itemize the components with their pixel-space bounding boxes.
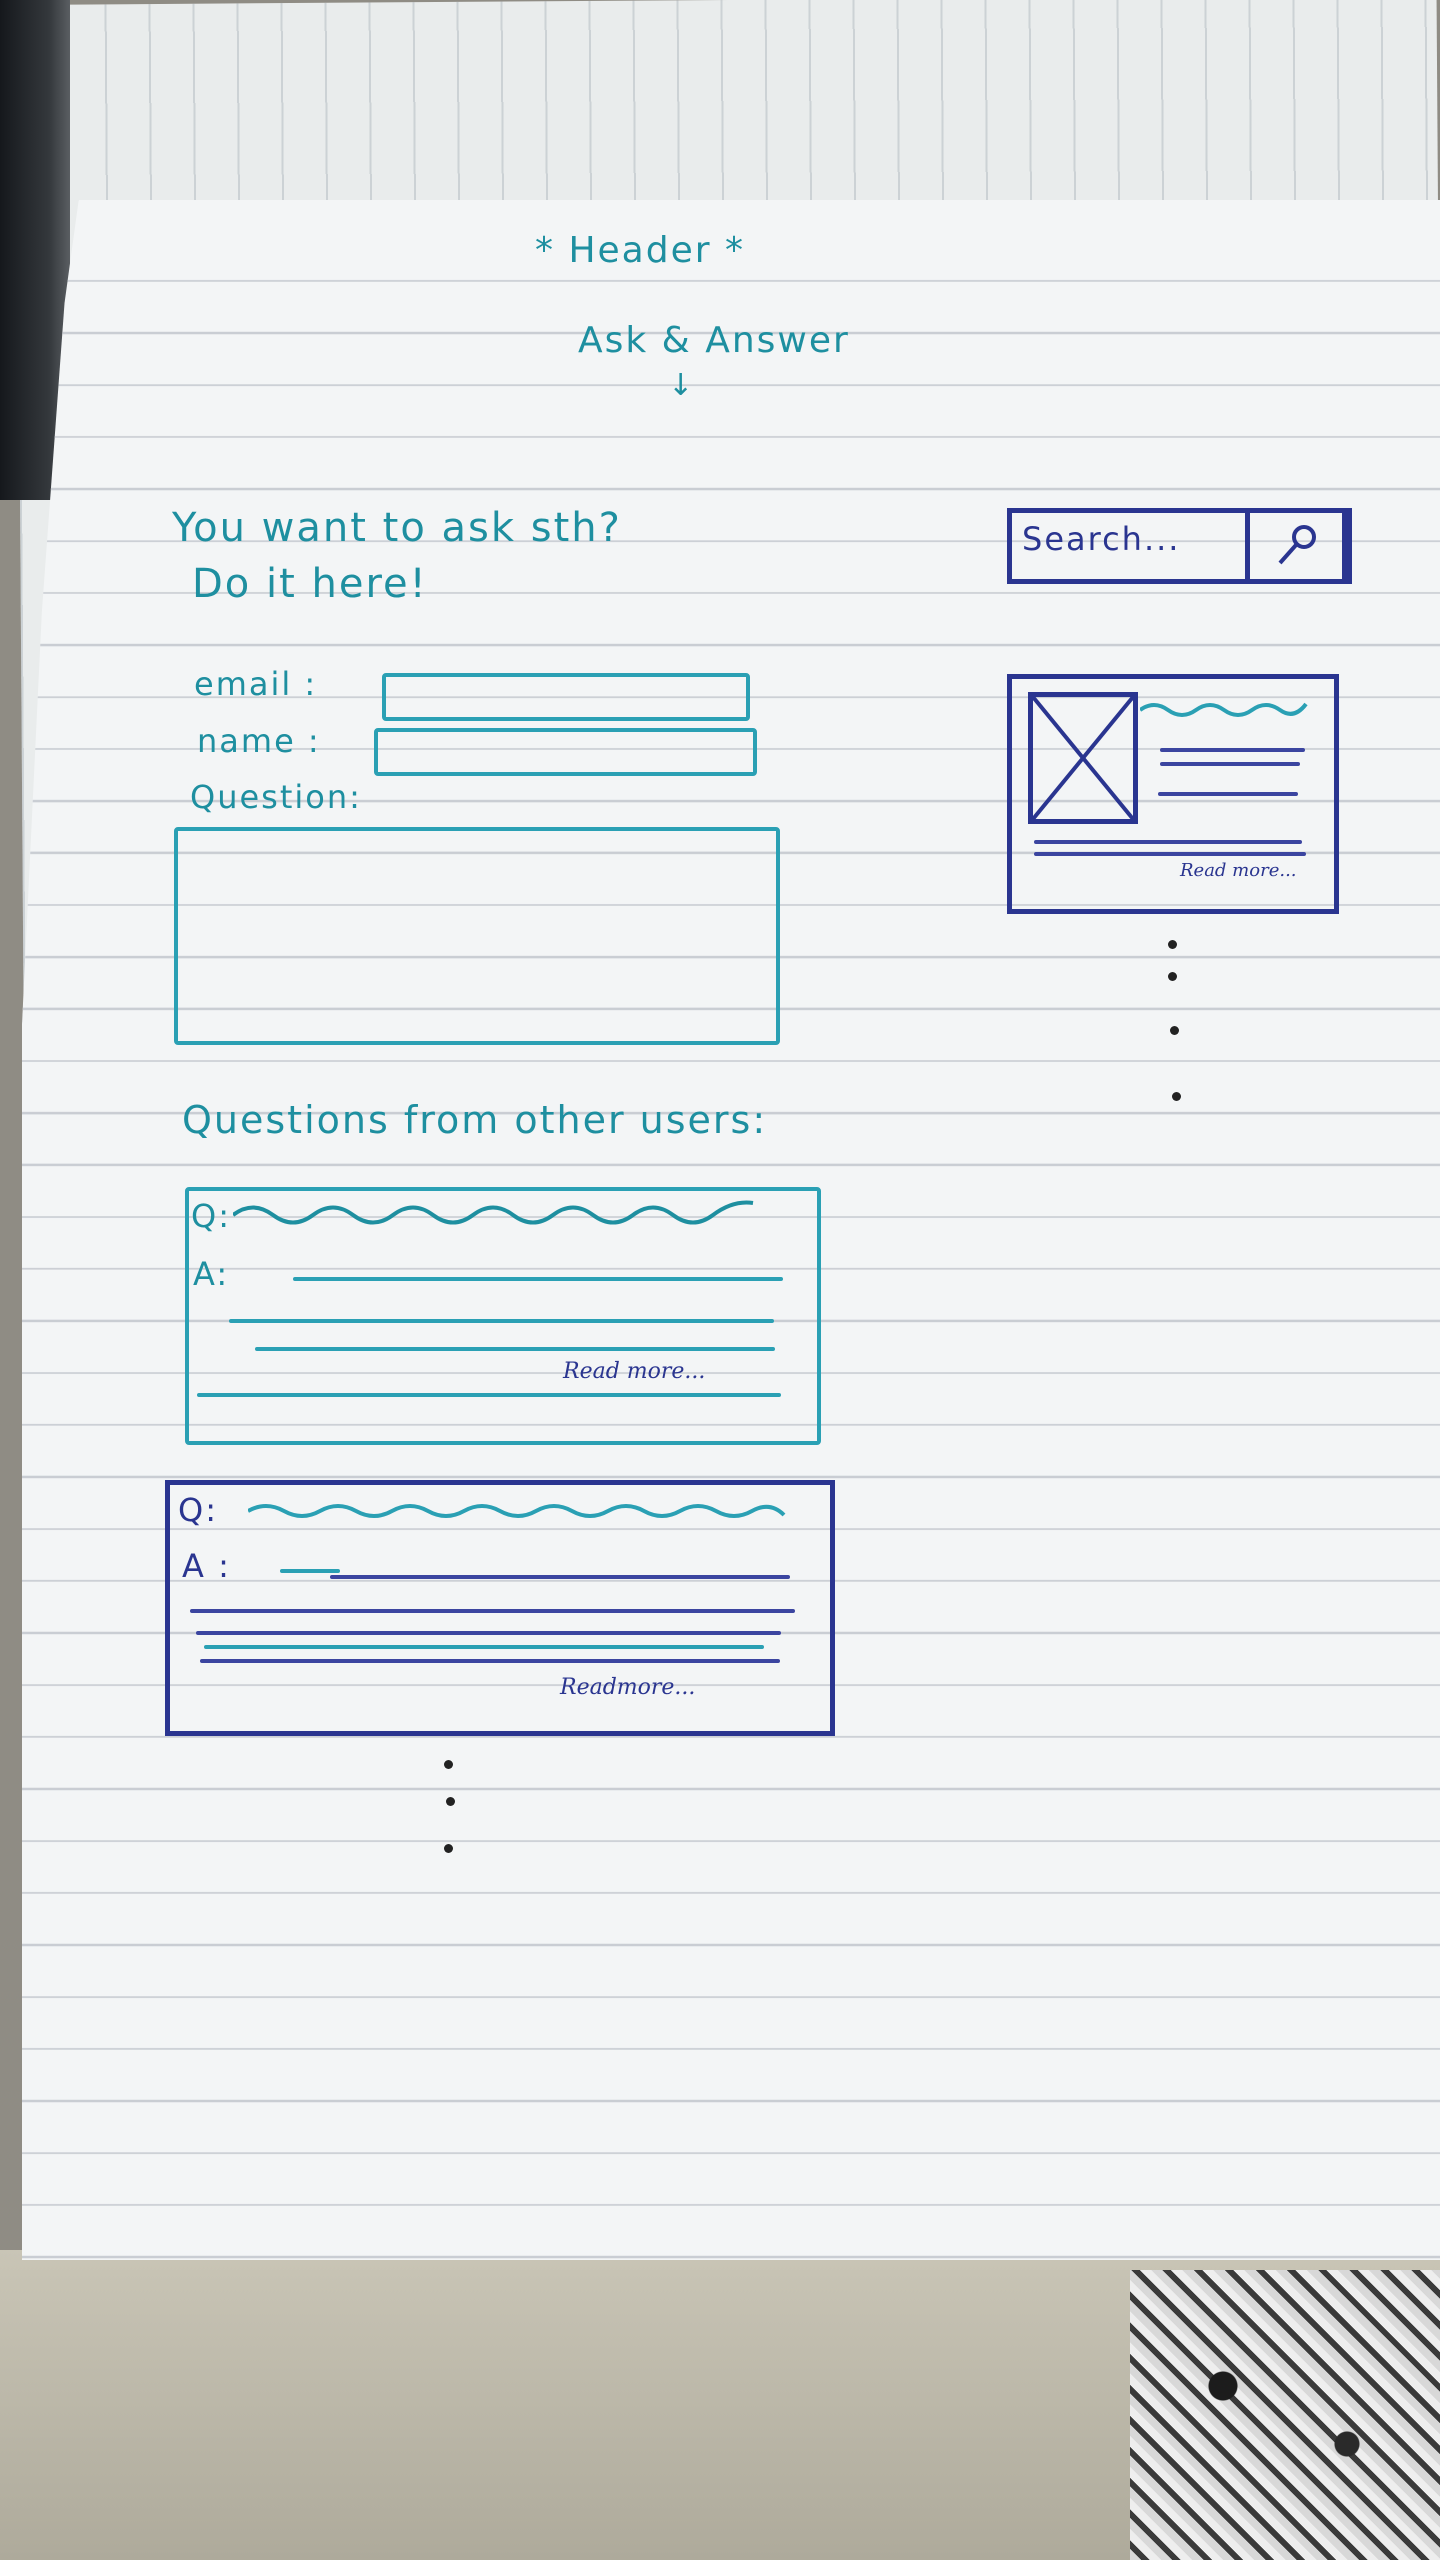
patterned-fabric xyxy=(1130,2270,1440,2560)
header-title: * Header * xyxy=(535,230,745,271)
answer-line xyxy=(204,1645,764,1649)
down-arrow-icon: ↓ xyxy=(668,368,694,403)
card-text-line xyxy=(1160,748,1305,752)
question-label: Q: xyxy=(178,1491,218,1529)
answer-line xyxy=(229,1319,774,1323)
question-label: Q: xyxy=(191,1197,231,1235)
answer-line xyxy=(293,1277,783,1281)
magnifier-icon xyxy=(1278,525,1316,565)
question-scribble xyxy=(248,1504,786,1518)
answer-line xyxy=(330,1575,790,1579)
search-placeholder: Search... xyxy=(1022,520,1181,558)
answer-line xyxy=(255,1347,775,1351)
more-indicator-dot xyxy=(446,1797,455,1806)
more-indicator-dot xyxy=(1172,1092,1181,1101)
question-scribble xyxy=(233,1200,754,1225)
card-text-line xyxy=(1034,840,1302,844)
question-card[interactable]: Q: A: Read more... xyxy=(185,1187,821,1445)
questions-section-title: Questions from other users: xyxy=(182,1098,768,1142)
card-text-line xyxy=(1158,792,1298,796)
question-textarea[interactable] xyxy=(174,827,780,1045)
answer-line xyxy=(190,1609,795,1613)
email-field[interactable] xyxy=(382,673,750,721)
answer-label: A : xyxy=(182,1547,231,1585)
name-label: name : xyxy=(197,722,321,760)
read-more-link[interactable]: Read more... xyxy=(1180,860,1297,881)
answer-label: A: xyxy=(193,1255,230,1293)
read-more-link[interactable]: Readmore... xyxy=(560,1675,695,1700)
email-label: email : xyxy=(194,665,318,703)
header-subtitle: Ask & Answer xyxy=(578,320,850,361)
more-indicator-dot xyxy=(1168,940,1177,949)
answer-line xyxy=(196,1631,781,1635)
question-label: Question: xyxy=(190,778,362,816)
more-indicator-dot xyxy=(444,1844,453,1853)
image-cross xyxy=(1033,697,1133,819)
ask-title-line2: Do it here! xyxy=(192,561,428,607)
card-text-line xyxy=(1034,852,1306,856)
question-card[interactable]: Q: A : Readmore... xyxy=(165,1480,835,1736)
name-field[interactable] xyxy=(374,728,757,776)
answer-line xyxy=(197,1393,781,1397)
image-placeholder-icon xyxy=(1028,692,1138,824)
more-indicator-dot xyxy=(1168,972,1177,981)
answer-line xyxy=(280,1569,340,1573)
more-indicator-dot xyxy=(1170,1026,1179,1035)
ask-title: You want to ask sth? Do it here! xyxy=(172,500,622,612)
answer-line xyxy=(200,1659,780,1663)
card-title-scribble xyxy=(1140,702,1308,717)
read-more-link[interactable]: Read more... xyxy=(563,1359,705,1384)
ask-title-line1: You want to ask sth? xyxy=(172,505,622,551)
more-indicator-dot xyxy=(444,1760,453,1769)
search-button[interactable] xyxy=(1245,508,1352,584)
card-text-line xyxy=(1160,762,1300,766)
